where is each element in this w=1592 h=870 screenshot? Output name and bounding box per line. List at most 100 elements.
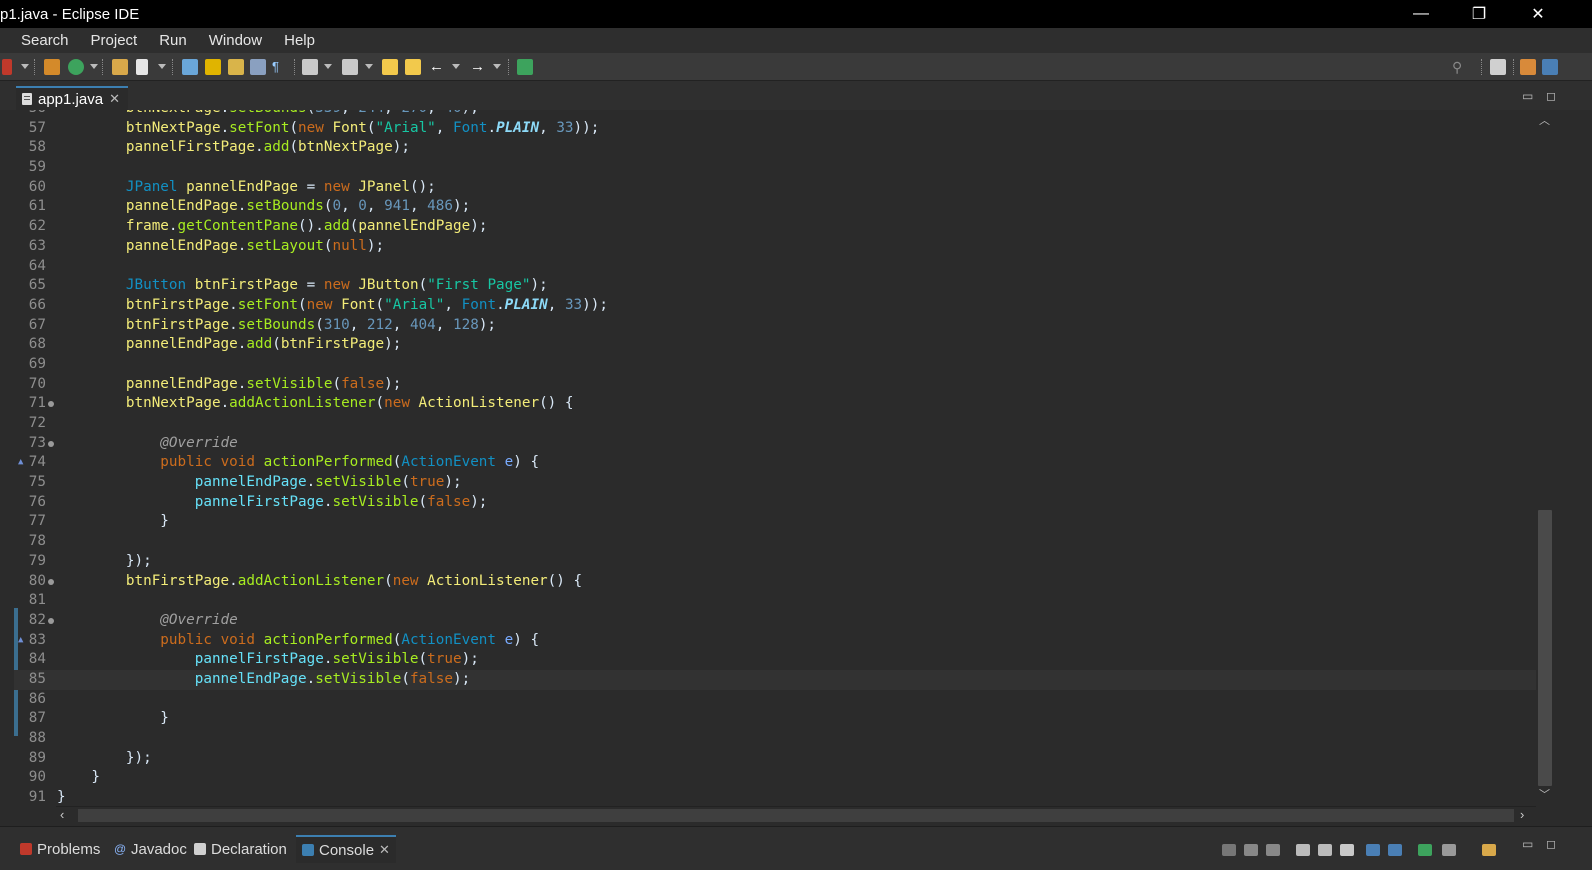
open-perspective-icon[interactable] <box>1490 59 1506 75</box>
back-arrow-icon[interactable]: ← <box>429 59 445 75</box>
code-line[interactable]: 56 btnNextPage.setBounds(339, 244, 270, … <box>14 110 1536 119</box>
display-console-icon[interactable] <box>1442 844 1456 856</box>
scroll-left-icon[interactable]: ‹ <box>60 807 64 822</box>
java-perspective-icon[interactable] <box>1542 59 1558 75</box>
code-line[interactable]: 88 <box>14 729 1536 749</box>
menu-run[interactable]: Run <box>148 32 198 49</box>
forward-arrow-icon[interactable]: → <box>470 59 486 75</box>
code-line[interactable]: 62 frame.getContentPane().add(pannelEndP… <box>14 217 1536 237</box>
tab-app1-java[interactable]: app1.java ✕ <box>16 86 128 110</box>
chevron-down-icon[interactable] <box>452 64 460 69</box>
code-line[interactable]: 58 pannelFirstPage.add(btnNextPage); <box>14 138 1536 158</box>
chevron-down-icon[interactable] <box>158 64 166 69</box>
horizontal-scrollbar[interactable]: ‹ › <box>56 806 1536 824</box>
code-line[interactable]: 74 ▲ public void actionPerformed(ActionEv… <box>14 453 1536 473</box>
code-line[interactable]: 70 pannelEndPage.setVisible(false); <box>14 375 1536 395</box>
code-line[interactable]: 82 @Override <box>14 611 1536 631</box>
open-type-icon[interactable] <box>228 59 244 75</box>
menu-search[interactable]: Search <box>10 32 80 49</box>
tab-javadoc[interactable]: @ Javadoc <box>114 835 187 863</box>
run-icon[interactable] <box>2 59 12 75</box>
show-on-output-icon[interactable] <box>1366 844 1380 856</box>
menu-window[interactable]: Window <box>198 32 273 49</box>
code-line[interactable]: 67 btnFirstPage.setBounds(310, 212, 404,… <box>14 316 1536 336</box>
minimize-button[interactable]: — <box>1392 0 1450 28</box>
search-icon[interactable]: ⚲ <box>1452 59 1468 75</box>
code-line[interactable]: 64 <box>14 257 1536 277</box>
terminate-icon[interactable] <box>1222 844 1236 856</box>
code-line[interactable]: 83 ▲ public void actionPerformed(ActionEv… <box>14 631 1536 651</box>
chevron-down-icon[interactable] <box>324 64 332 69</box>
code-line[interactable]: 87 } <box>14 709 1536 729</box>
code-line[interactable]: 66 btnFirstPage.setFont(new Font("Arial"… <box>14 296 1536 316</box>
code-editor[interactable]: 56 btnNextPage.setBounds(339, 244, 270, … <box>14 110 1536 806</box>
clear-console-icon[interactable] <box>1296 844 1310 856</box>
menu-project[interactable]: Project <box>80 32 149 49</box>
code-line[interactable]: 57 btnNextPage.setFont(new Font("Arial",… <box>14 119 1536 139</box>
fold-marker-icon[interactable] <box>48 578 54 585</box>
chevron-down-icon[interactable] <box>21 64 29 69</box>
scroll-down-icon[interactable]: ﹀ <box>1539 786 1550 802</box>
annotation-icon[interactable] <box>302 59 318 75</box>
pilcrow-icon[interactable]: ¶ <box>272 59 288 75</box>
code-line[interactable]: 69 <box>14 355 1536 375</box>
code-line[interactable]: 91} <box>14 788 1536 806</box>
pencil-icon[interactable] <box>205 59 221 75</box>
code-line[interactable]: 84 pannelFirstPage.setVisible(true); <box>14 650 1536 670</box>
pin-console-icon[interactable] <box>1418 844 1432 856</box>
show-on-error-icon[interactable] <box>1388 844 1402 856</box>
maximize-editor-icon[interactable]: ◻ <box>1546 89 1556 103</box>
chevron-down-icon[interactable] <box>90 64 98 69</box>
close-tab-icon[interactable]: ✕ <box>379 842 390 858</box>
fold-marker-icon[interactable] <box>48 617 54 624</box>
code-line[interactable]: 72 <box>14 414 1536 434</box>
minimize-editor-icon[interactable]: ▭ <box>1522 89 1533 103</box>
maximize-panel-icon[interactable]: ◻ <box>1546 837 1556 851</box>
code-line[interactable]: 79 }); <box>14 552 1536 572</box>
debug-icon[interactable] <box>182 59 198 75</box>
minimize-panel-icon[interactable]: ▭ <box>1522 837 1533 851</box>
terminal-icon[interactable] <box>517 59 533 75</box>
scrollbar-thumb[interactable] <box>78 809 1514 822</box>
remove-all-icon[interactable] <box>1266 844 1280 856</box>
code-line[interactable]: 90 } <box>14 768 1536 788</box>
code-line[interactable]: 71 btnNextPage.addActionListener(new Act… <box>14 394 1536 414</box>
code-line[interactable]: 78 <box>14 532 1536 552</box>
code-area[interactable]: 56 btnNextPage.setBounds(339, 244, 270, … <box>14 110 1536 806</box>
next-edit-icon[interactable] <box>405 59 421 75</box>
scroll-lock-icon[interactable] <box>1318 844 1332 856</box>
tab-console[interactable]: Console ✕ <box>296 835 396 863</box>
code-line[interactable]: 61 pannelEndPage.setBounds(0, 0, 941, 48… <box>14 197 1536 217</box>
code-line[interactable]: 89 }); <box>14 749 1536 769</box>
code-line[interactable]: 63 pannelEndPage.setLayout(null); <box>14 237 1536 257</box>
code-line[interactable]: 73 @Override <box>14 434 1536 454</box>
new-project-icon[interactable] <box>44 59 60 75</box>
code-line[interactable]: 75 pannelEndPage.setVisible(true); <box>14 473 1536 493</box>
scrollbar-thumb[interactable] <box>1538 510 1552 786</box>
previous-annotation-icon[interactable] <box>342 59 358 75</box>
close-window-button[interactable]: ✕ <box>1508 0 1568 28</box>
chevron-down-icon[interactable] <box>365 64 373 69</box>
refresh-icon[interactable] <box>68 59 84 75</box>
scroll-right-icon[interactable]: › <box>1520 807 1524 822</box>
code-line[interactable]: 80 btnFirstPage.addActionListener(new Ac… <box>14 572 1536 592</box>
code-line[interactable]: 60 JPanel pannelEndPage = new JPanel(); <box>14 178 1536 198</box>
code-line[interactable]: 65 JButton btnFirstPage = new JButton("F… <box>14 276 1536 296</box>
code-line[interactable]: 86 <box>14 690 1536 710</box>
remove-launch-icon[interactable] <box>1244 844 1258 856</box>
close-tab-icon[interactable]: ✕ <box>109 91 120 107</box>
vertical-scrollbar[interactable]: ︿ ﹀ <box>1536 110 1554 806</box>
last-edit-icon[interactable] <box>382 59 398 75</box>
tab-problems[interactable]: Problems <box>20 835 100 863</box>
code-line[interactable]: 77 } <box>14 512 1536 532</box>
tab-declaration[interactable]: Declaration <box>194 835 287 863</box>
block-icon[interactable] <box>250 59 266 75</box>
java-ee-perspective-icon[interactable] <box>1520 59 1536 75</box>
code-line[interactable]: 59 <box>14 158 1536 178</box>
code-line[interactable]: 76 pannelFirstPage.setVisible(false); <box>14 493 1536 513</box>
restore-button[interactable]: ❐ <box>1450 0 1508 28</box>
chevron-down-icon[interactable] <box>493 64 501 69</box>
open-folder-icon[interactable] <box>112 59 128 75</box>
scroll-up-icon[interactable]: ︿ <box>1539 112 1550 128</box>
fold-marker-icon[interactable] <box>48 440 54 447</box>
